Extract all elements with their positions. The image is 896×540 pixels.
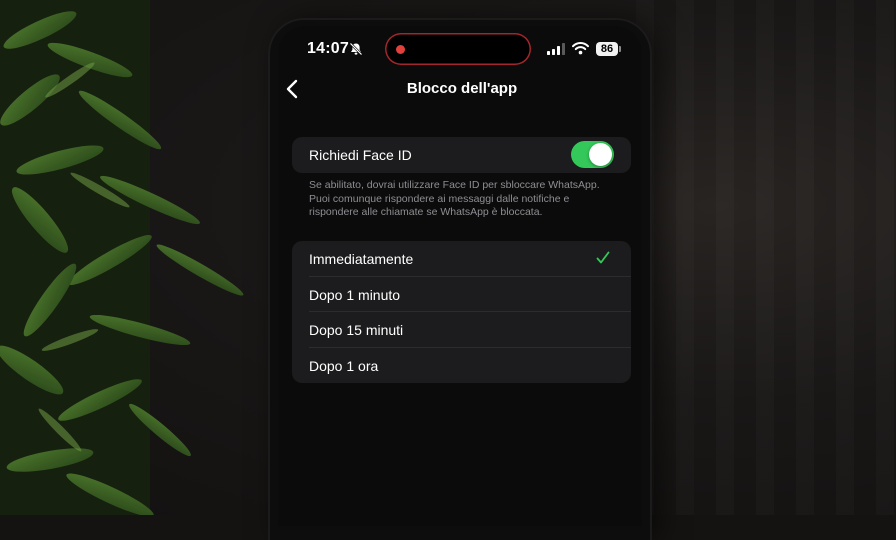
option-after-15-minutes[interactable]: Dopo 15 minuti	[292, 312, 631, 348]
status-time: 14:07	[307, 40, 349, 57]
battery-tip	[619, 46, 621, 52]
option-label: Immediatamente	[309, 251, 414, 267]
option-immediately[interactable]: Immediatamente	[292, 241, 631, 277]
face-id-label: Richiedi Face ID	[309, 147, 412, 163]
battery-icon: 86	[596, 42, 618, 56]
face-id-toggle[interactable]	[571, 141, 614, 168]
lock-timing-list: Immediatamente Dopo 1 minuto Dopo 15 min…	[292, 241, 631, 383]
option-after-1-minute[interactable]: Dopo 1 minuto	[292, 277, 631, 312]
fern-plant-image	[0, 0, 244, 515]
toggle-knob	[589, 143, 612, 166]
recording-indicator-icon	[396, 45, 405, 54]
bell-slash-icon	[349, 42, 363, 56]
cellular-signal-icon	[547, 43, 565, 55]
option-after-1-hour[interactable]: Dopo 1 ora	[292, 348, 631, 384]
option-label: Dopo 1 minuto	[309, 286, 401, 303]
option-label: Dopo 1 ora	[309, 357, 379, 374]
dynamic-island[interactable]	[385, 33, 531, 65]
wifi-icon	[572, 42, 589, 55]
background-wall-panels	[636, 0, 896, 515]
face-id-card: Richiedi Face ID	[292, 137, 631, 173]
face-id-footnote: Se abilitato, dovrai utilizzare Face ID …	[309, 179, 600, 219]
checkmark-icon	[596, 251, 610, 264]
page-title: Blocco dell'app	[406, 80, 518, 97]
option-label: Dopo 15 minuti	[309, 322, 404, 338]
